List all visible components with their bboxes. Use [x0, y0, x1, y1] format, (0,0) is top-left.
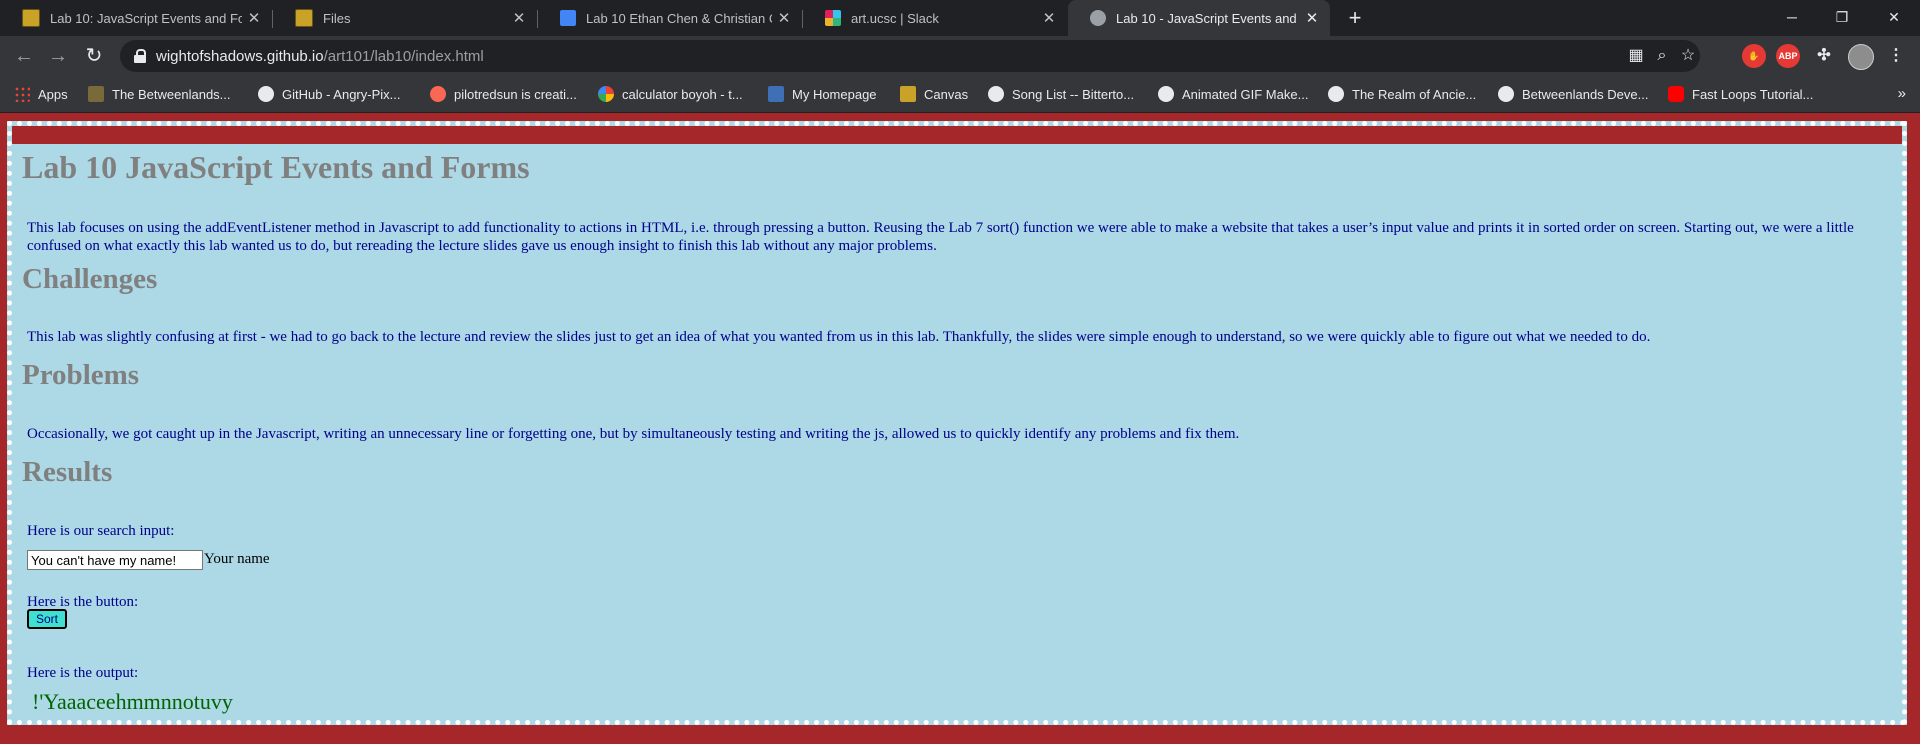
bookmark-betweenlands-deve[interactable]: Betweenlands Deve...	[1498, 82, 1648, 106]
tab-slack[interactable]: art.ucsc | Slack ✕	[803, 0, 1067, 36]
tab-title: Lab 10 Ethan Chen & Christian C	[586, 10, 772, 26]
forward-button[interactable]: →	[46, 44, 70, 68]
github-icon	[1498, 86, 1514, 102]
bookmark-pilotredsun[interactable]: pilotredsun is creati...	[430, 82, 577, 106]
tab-lab10-canvas[interactable]: Lab 10: JavaScript Events and For ✕	[0, 0, 272, 36]
close-icon[interactable]: ✕	[242, 9, 266, 27]
output-label: Here is the output:	[27, 665, 139, 681]
url-path: /art101/lab10/index.html	[323, 47, 484, 65]
bookmarks-bar: Apps The Betweenlands... GitHub - Angry-…	[0, 76, 1920, 113]
tab-title: Files	[323, 10, 351, 26]
canvas-icon	[900, 86, 916, 102]
betweenlands-icon	[88, 86, 104, 102]
adblock-icon[interactable]: ABP	[1776, 44, 1800, 68]
github-icon	[258, 86, 274, 102]
qr-code-icon[interactable]: ▦	[1624, 44, 1648, 68]
bookmark-song-list[interactable]: Song List -- Bitterto...	[988, 82, 1134, 106]
hand-stop-icon[interactable]: ✋	[1742, 44, 1766, 68]
back-button[interactable]: ←	[12, 44, 36, 68]
close-icon[interactable]: ✕	[772, 9, 796, 27]
bookmark-label: Betweenlands Deve...	[1522, 86, 1649, 102]
lock-icon	[134, 49, 146, 63]
bookmark-label: Canvas	[924, 86, 969, 102]
bookmark-label: The Realm of Ancie...	[1352, 86, 1477, 102]
song-icon	[988, 86, 1004, 102]
bookmark-label: pilotredsun is creati...	[454, 86, 577, 102]
globe-icon	[1158, 86, 1174, 102]
google-docs-icon	[560, 10, 576, 26]
sort-button[interactable]: Sort	[27, 609, 67, 629]
bookmark-label: My Homepage	[792, 86, 877, 102]
tab-title: Lab 10 - JavaScript Events and Fo	[1116, 10, 1300, 26]
page-title: Lab 10 JavaScript Events and Forms	[22, 149, 530, 185]
ucsc-icon	[768, 86, 784, 102]
tab-lab10-active[interactable]: Lab 10 - JavaScript Events and Fo ✕	[1068, 0, 1330, 36]
close-icon[interactable]: ✕	[507, 9, 531, 27]
bookmark-label: Animated GIF Make...	[1182, 86, 1309, 102]
bookmark-github-angry-pix[interactable]: GitHub - Angry-Pix...	[258, 82, 400, 106]
zoom-icon[interactable]: ⌕	[1650, 44, 1674, 68]
bookmark-label: Fast Loops Tutorial...	[1692, 86, 1814, 102]
tab-title: art.ucsc | Slack	[851, 10, 939, 26]
google-icon	[598, 86, 614, 102]
address-bar[interactable]: wightofshadows.github.io /art101/lab10/i…	[120, 40, 1700, 72]
your-name-label: Your name	[204, 551, 270, 567]
tab-strip: Lab 10: JavaScript Events and For ✕ File…	[0, 0, 1920, 36]
profile-avatar[interactable]	[1848, 44, 1874, 70]
bookmark-fast-loops[interactable]: Fast Loops Tutorial...	[1668, 82, 1813, 106]
close-icon[interactable]: ✕	[1037, 9, 1061, 27]
bookmark-my-homepage[interactable]: My Homepage	[768, 82, 877, 106]
top-border-stripe	[12, 126, 1902, 144]
bookmark-apps[interactable]: Apps	[14, 82, 68, 106]
bookmark-label: GitHub - Angry-Pix...	[282, 86, 401, 102]
bookmark-betweenlands[interactable]: The Betweenlands...	[88, 82, 231, 106]
sorted-output: !'Yaaaceehmmnnotuvy	[32, 689, 233, 714]
canvas-icon	[295, 9, 313, 27]
problems-paragraph: Occasionally, we got caught up in the Ja…	[27, 426, 1240, 442]
globe-icon	[1090, 10, 1106, 26]
challenges-heading: Challenges	[22, 263, 158, 295]
minimize-button[interactable]: ─	[1772, 4, 1812, 30]
bookmark-calculator[interactable]: calculator boyoh - t...	[598, 82, 743, 106]
bookmark-canvas[interactable]: Canvas	[900, 82, 968, 106]
youtube-icon	[1668, 86, 1684, 102]
close-window-button[interactable]: ✕	[1874, 4, 1914, 30]
bookmark-realm-of-ancie[interactable]: The Realm of Ancie...	[1328, 82, 1476, 106]
bookmark-star-icon[interactable]: ☆	[1676, 44, 1700, 68]
tab-google-doc[interactable]: Lab 10 Ethan Chen & Christian C ✕	[538, 0, 802, 36]
browser-toolbar: ← → ↻ wightofshadows.github.io /art101/l…	[0, 36, 1920, 76]
tab-title: Lab 10: JavaScript Events and For	[50, 10, 242, 26]
bookmarks-overflow-icon[interactable]: »	[1898, 82, 1906, 106]
button-label: Here is the button:	[27, 594, 139, 610]
challenges-paragraph: This lab was slightly confusing at first…	[27, 329, 1651, 345]
bookmark-label: calculator boyoh - t...	[622, 86, 743, 102]
reload-button[interactable]: ↻	[82, 44, 106, 68]
tab-files[interactable]: Files ✕	[273, 0, 537, 36]
search-input-label: Here is our search input:	[27, 523, 175, 539]
problems-heading: Problems	[22, 359, 140, 391]
name-input[interactable]	[27, 550, 203, 570]
bookmark-animated-gif[interactable]: Animated GIF Make...	[1158, 82, 1308, 106]
patreon-icon	[430, 86, 446, 102]
content-frame: Lab 10 JavaScript Events and Forms This …	[7, 121, 1907, 725]
page-viewport: Lab 10 JavaScript Events and Forms This …	[0, 113, 1920, 744]
bookmark-label: Apps	[38, 86, 68, 102]
url-host: wightofshadows.github.io	[156, 47, 324, 65]
puzzle-icon[interactable]: ✣	[1812, 44, 1836, 68]
apps-grid-icon	[14, 86, 30, 102]
results-heading: Results	[22, 456, 113, 488]
bookmark-label: Song List -- Bitterto...	[1012, 86, 1135, 102]
canvas-icon	[22, 9, 40, 27]
menu-kebab-icon[interactable]: ⋮	[1884, 44, 1908, 68]
new-tab-button[interactable]: +	[1342, 5, 1368, 31]
restore-button[interactable]: ❐	[1822, 4, 1862, 30]
globe-icon	[1328, 86, 1344, 102]
slack-icon	[825, 10, 841, 26]
intro-paragraph: This lab focuses on using the addEventLi…	[27, 220, 1854, 254]
close-icon[interactable]: ✕	[1300, 9, 1324, 27]
bookmark-label: The Betweenlands...	[112, 86, 231, 102]
